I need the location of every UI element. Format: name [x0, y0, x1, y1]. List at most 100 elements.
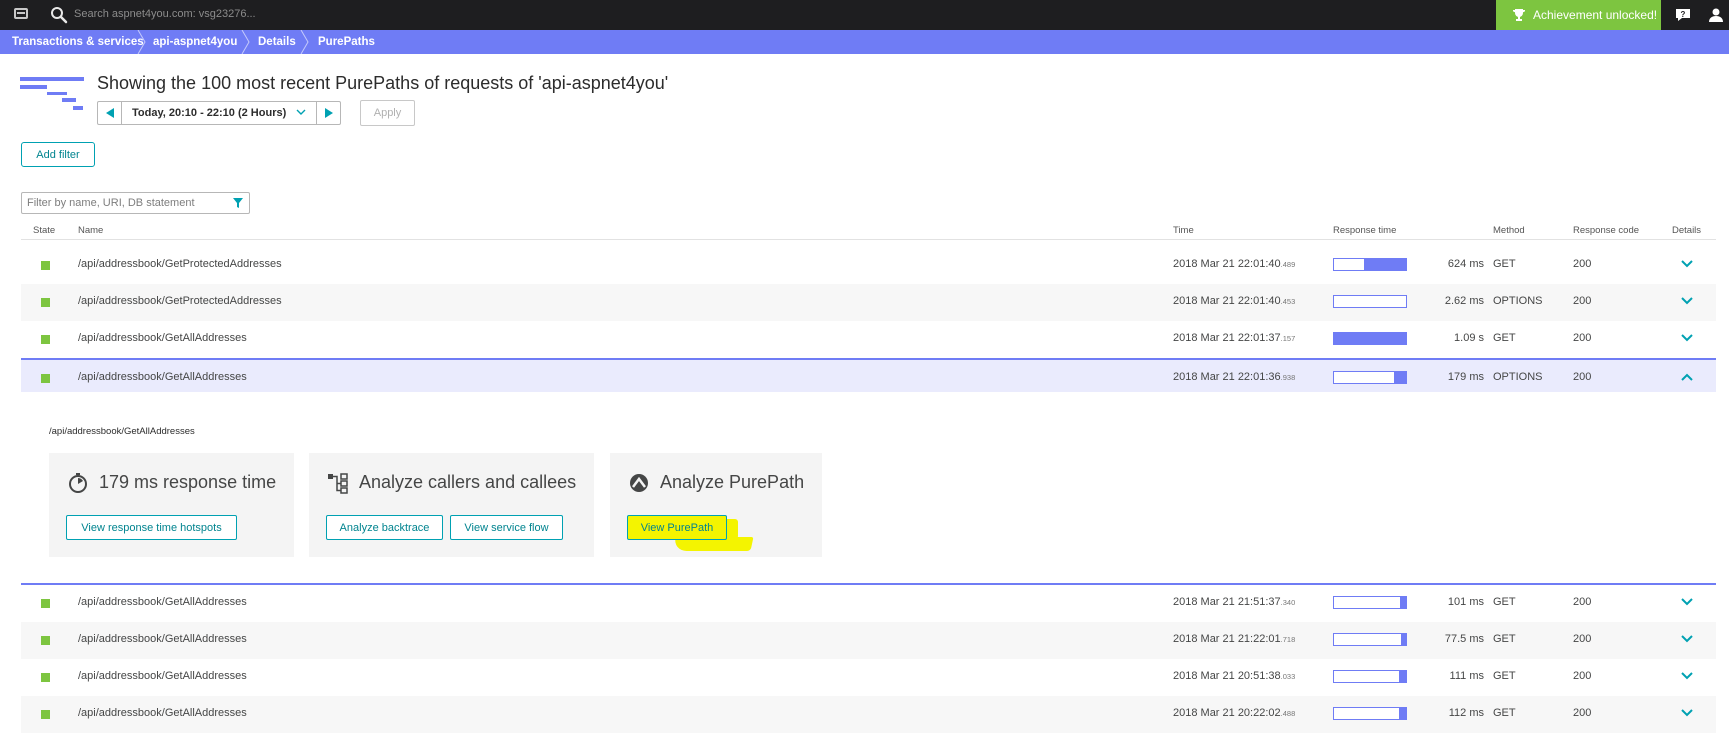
previous-timeframe-button[interactable] [98, 102, 122, 124]
request-time-ms: .489 [1280, 260, 1296, 269]
arrow-right-icon [324, 108, 333, 118]
top-bar: Search aspnet4you.com: vsg23276... Achie… [0, 0, 1729, 30]
breadcrumb-transactions-services[interactable]: Transactions & services [12, 30, 144, 54]
response-time-value: 112 ms [1448, 707, 1484, 719]
achievement-label: Achievement unlocked! [1533, 8, 1658, 22]
chevron-down-icon[interactable] [1680, 633, 1694, 645]
request-method: GET [1493, 596, 1516, 608]
request-name-link[interactable]: /api/addressbook/GetAllAddresses [78, 332, 247, 344]
request-time-main: 2018 Mar 21 22:01:36 [1173, 371, 1281, 383]
table-row[interactable]: /api/addressbook/GetAllAddresses 2018 Mar… [21, 659, 1716, 696]
stopwatch-icon [69, 473, 87, 493]
breadcrumb: Transactions & services api-aspnet4you D… [0, 30, 1729, 54]
request-time-main: 2018 Mar 21 20:22:02 [1173, 707, 1281, 719]
chevron-down-icon[interactable] [1680, 332, 1694, 344]
state-indicator [41, 599, 50, 608]
breadcrumb-details[interactable]: Details [258, 30, 296, 54]
response-time-bar [1333, 596, 1407, 609]
chevron-down-icon[interactable] [296, 107, 306, 117]
column-time[interactable]: Time [1173, 225, 1194, 236]
chevron-down-icon[interactable] [1680, 670, 1694, 682]
request-time: 2018 Mar 21 21:51:37.340 [1173, 596, 1295, 608]
breadcrumb-separator-icon [137, 30, 146, 54]
request-method: OPTIONS [1493, 295, 1543, 307]
detail-request-path: /api/addressbook/GetAllAddresses [49, 426, 195, 437]
page-title: Showing the 100 most recent PurePaths of… [97, 73, 669, 93]
request-name-link[interactable]: /api/addressbook/GetAllAddresses [78, 596, 247, 608]
request-method: GET [1493, 707, 1516, 719]
state-indicator [41, 374, 50, 383]
chevron-down-icon[interactable] [1680, 258, 1694, 270]
next-timeframe-button[interactable] [316, 102, 340, 124]
table-row[interactable]: /api/addressbook/GetAllAddresses 2018 Mar… [21, 321, 1716, 358]
filter-input[interactable] [22, 193, 222, 213]
response-time-value: 624 ms [1447, 258, 1484, 270]
table-row[interactable]: /api/addressbook/GetProtectedAddresses 20… [21, 284, 1716, 321]
chevron-down-icon[interactable] [1680, 295, 1694, 307]
view-purepath-button[interactable]: View PurePath [627, 515, 727, 540]
purepath-waterfall-icon [20, 77, 84, 110]
breadcrumb-service[interactable]: api-aspnet4you [153, 30, 237, 54]
response-code: 200 [1573, 371, 1592, 383]
request-name-link[interactable]: /api/addressbook/GetProtectedAddresses [78, 258, 282, 270]
request-name-link[interactable]: /api/addressbook/GetAllAddresses [78, 707, 247, 719]
table-row[interactable]: /api/addressbook/GetAllAddresses 2018 Mar… [21, 358, 1716, 395]
request-time: 2018 Mar 21 20:22:02.488 [1173, 707, 1295, 719]
request-method: GET [1493, 633, 1516, 645]
chevron-down-icon[interactable] [1680, 707, 1694, 719]
filter-funnel-icon[interactable] [232, 197, 244, 209]
chat-help-icon[interactable]: ? [1674, 6, 1692, 24]
column-state[interactable]: State [33, 225, 55, 236]
column-method[interactable]: Method [1493, 225, 1525, 236]
response-time-bar-fill [1334, 333, 1406, 344]
column-response-code[interactable]: Response code [1573, 225, 1639, 236]
column-name[interactable]: Name [78, 225, 103, 236]
response-time-value: 101 ms [1447, 596, 1484, 608]
apply-button[interactable]: Apply [360, 100, 415, 126]
request-method: OPTIONS [1493, 371, 1543, 383]
timeframe-selector: Today, 20:10 - 22:10 (2 Hours) [97, 101, 341, 125]
response-time-title: 179 ms response time [99, 472, 277, 492]
table-row[interactable]: /api/addressbook/GetAllAddresses 2018 Mar… [21, 696, 1716, 733]
response-time-bar-fill [1400, 634, 1406, 645]
request-name-link[interactable]: /api/addressbook/GetAllAddresses [78, 371, 247, 383]
response-code: 200 [1573, 707, 1592, 719]
state-indicator [41, 710, 50, 719]
response-time-bar [1333, 707, 1407, 720]
column-details: Details [1672, 225, 1702, 236]
response-code: 200 [1573, 633, 1592, 645]
response-code: 200 [1573, 258, 1592, 270]
request-time-ms: .453 [1280, 297, 1296, 306]
view-service-flow-button[interactable]: View service flow [450, 515, 563, 540]
response-time-card: 179 ms response time View response time … [49, 453, 294, 557]
analyze-backtrace-button[interactable]: Analyze backtrace [326, 515, 443, 540]
table-row[interactable]: /api/addressbook/GetProtectedAddresses 20… [21, 247, 1716, 284]
state-indicator [41, 335, 50, 344]
response-code: 200 [1573, 670, 1592, 682]
timeframe-dropdown[interactable]: Today, 20:10 - 22:10 (2 Hours) [132, 107, 286, 119]
user-icon[interactable] [1707, 6, 1725, 24]
chevron-down-icon[interactable] [1680, 596, 1694, 608]
request-name-link[interactable]: /api/addressbook/GetProtectedAddresses [78, 295, 282, 307]
search-input[interactable]: Search aspnet4you.com: vsg23276... [74, 8, 256, 20]
chevron-up-icon[interactable] [1680, 371, 1694, 383]
arrow-left-icon [105, 108, 114, 118]
request-name-link[interactable]: /api/addressbook/GetAllAddresses [78, 670, 247, 682]
search-icon[interactable] [49, 5, 69, 25]
state-indicator [41, 636, 50, 645]
menu-icon[interactable] [14, 8, 28, 19]
column-response-time[interactable]: Response time [1333, 225, 1396, 236]
response-time-value: 2.62 ms [1444, 295, 1484, 307]
request-time-ms: .938 [1280, 373, 1296, 382]
request-time-ms: .718 [1280, 635, 1296, 644]
request-name-link[interactable]: /api/addressbook/GetAllAddresses [78, 633, 247, 645]
request-method: GET [1493, 258, 1516, 270]
achievement-button[interactable]: Achievement unlocked! [1496, 0, 1661, 30]
table-row[interactable]: /api/addressbook/GetAllAddresses 2018 Mar… [21, 585, 1716, 622]
filter-box [21, 192, 250, 214]
table-row[interactable]: /api/addressbook/GetAllAddresses 2018 Mar… [21, 622, 1716, 659]
add-filter-button[interactable]: Add filter [21, 142, 95, 167]
view-response-time-hotspots-button[interactable]: View response time hotspots [66, 515, 237, 540]
response-time-bar-fill [1394, 372, 1406, 383]
request-time: 2018 Mar 21 22:01:40.453 [1173, 295, 1295, 307]
